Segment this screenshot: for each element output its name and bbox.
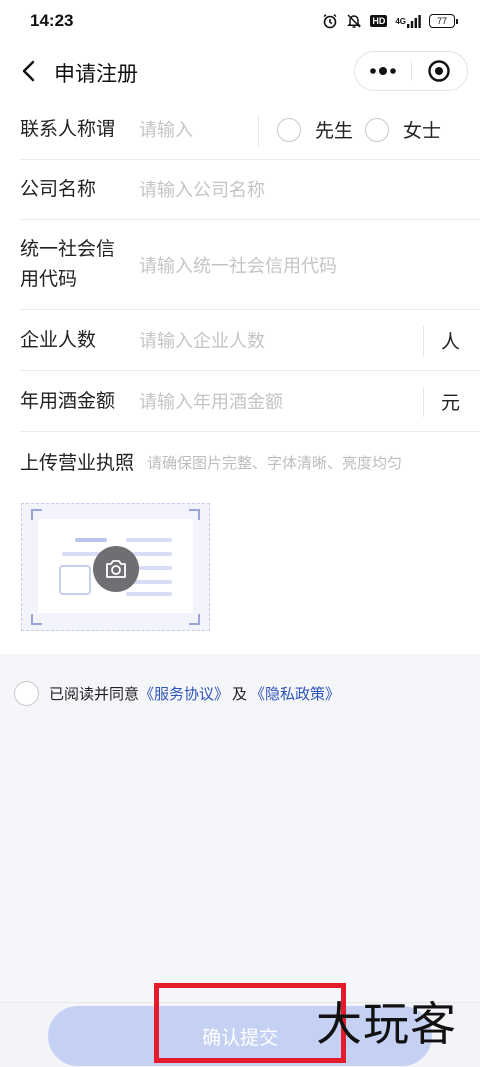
registration-form: 联系人称谓 请输入 先生 女士 公司名称 请输入公司名称 统一社会信 用代码 请…	[0, 102, 480, 654]
back-button[interactable]	[14, 56, 44, 86]
license-upload-box[interactable]	[21, 503, 210, 631]
agreement-checkbox[interactable]	[14, 681, 39, 706]
staff-unit: 人	[440, 332, 460, 353]
credit-code-label-line1: 统一社会信	[20, 239, 116, 260]
contact-title-row: 联系人称谓 请输入 先生 女士	[20, 102, 480, 160]
company-name-row: 公司名称 请输入公司名称	[20, 160, 480, 220]
license-label: 上传营业执照	[20, 453, 135, 474]
agreement-row: 已阅读并同意 《服务协议》 及 《隐私政策》	[14, 681, 340, 706]
camera-icon	[106, 560, 126, 578]
mute-bell-icon	[346, 13, 362, 29]
target-circle-icon	[428, 60, 450, 82]
contact-title-label: 联系人称谓	[20, 119, 116, 140]
agreement-joiner: 及	[232, 686, 248, 703]
credit-code-input[interactable]: 请输入统一社会信用代码	[139, 251, 337, 281]
more-button[interactable]	[355, 52, 411, 90]
option-mr-label: 先生	[315, 121, 354, 142]
alarm-icon	[322, 13, 338, 29]
staff-count-input[interactable]: 请输入企业人数	[139, 326, 265, 356]
status-icons: HD 4G 77	[322, 13, 458, 29]
license-hint: 请确保图片完整、字体清晰、亮度均匀	[147, 455, 403, 472]
camera-button[interactable]	[93, 546, 139, 592]
staff-count-row: 企业人数 请输入企业人数 人	[20, 310, 480, 371]
close-capsule-button[interactable]	[412, 52, 468, 90]
status-bar: 14:23 HD 4G 77	[0, 0, 480, 42]
credit-code-row: 统一社会信 用代码 请输入统一社会信用代码	[20, 220, 480, 310]
signal-icon: 4G	[395, 14, 421, 28]
liquor-unit: 元	[440, 393, 460, 414]
watermark: 大玩客	[316, 997, 457, 1051]
radio-mr[interactable]	[277, 117, 301, 142]
credit-code-label-line2: 用代码	[20, 269, 78, 290]
gender-option-ms[interactable]: 女士	[365, 116, 441, 143]
privacy-policy-link[interactable]: 《隐私政策》	[250, 683, 340, 704]
service-agreement-link[interactable]: 《服务协议》	[139, 683, 229, 704]
miniprogram-capsule	[354, 51, 468, 91]
company-name-label: 公司名称	[20, 179, 97, 200]
company-name-input[interactable]: 请输入公司名称	[139, 175, 265, 205]
nav-bar: 申请注册	[0, 42, 480, 102]
liquor-amount-label: 年用酒金额	[20, 391, 116, 412]
more-dots-icon	[369, 67, 396, 75]
agreement-prefix: 已阅读并同意	[49, 686, 140, 703]
gender-option-mr[interactable]: 先生	[277, 116, 353, 143]
radio-ms[interactable]	[365, 117, 390, 142]
option-ms-label: 女士	[403, 121, 442, 142]
network-label: 4G	[395, 16, 406, 26]
chevron-left-icon	[22, 60, 35, 82]
gender-options: 先生 女士	[277, 116, 441, 143]
liquor-amount-row: 年用酒金额 请输入年用酒金额 元	[20, 371, 480, 432]
status-time: 14:23	[30, 11, 74, 30]
hd-badge: HD	[370, 15, 388, 27]
battery-level: 77	[429, 14, 455, 28]
page-title: 申请注册	[54, 63, 138, 86]
staff-count-label: 企业人数	[20, 330, 97, 351]
battery-icon: 77	[429, 14, 458, 28]
liquor-amount-input[interactable]: 请输入年用酒金额	[139, 387, 283, 417]
contact-title-input[interactable]: 请输入	[139, 115, 193, 145]
